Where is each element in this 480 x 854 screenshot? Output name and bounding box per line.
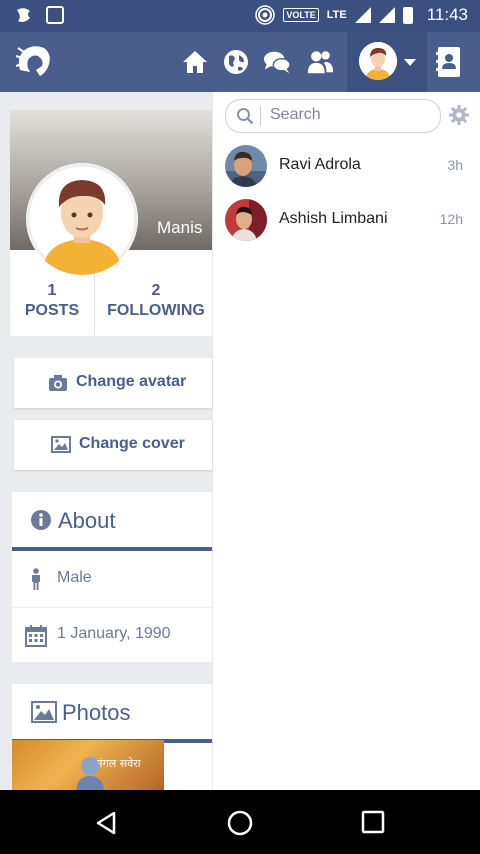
globe-icon[interactable] [222, 48, 250, 76]
about-section: About Male 1 January, 1990 [12, 492, 212, 662]
account-menu-button[interactable] [347, 32, 427, 92]
change-cover-button[interactable]: Change cover [14, 420, 212, 470]
app-header [0, 32, 480, 92]
about-header: About [12, 492, 212, 551]
back-icon[interactable] [94, 810, 120, 836]
image-icon [51, 436, 71, 453]
home-icon[interactable] [181, 48, 209, 76]
signal-icon-2 [378, 7, 395, 23]
person-icon [32, 568, 40, 590]
contact-time: 12h [439, 211, 463, 227]
about-gender: Male [57, 569, 92, 586]
clock: 11:43 [426, 5, 468, 24]
camera-icon [49, 375, 67, 391]
stat-following-count: 2 [151, 282, 161, 299]
photos-title: Photos [62, 700, 131, 725]
image-notification-icon [46, 6, 64, 24]
stat-posts-count: 1 [47, 282, 57, 299]
photos-header: Photos [12, 684, 212, 743]
about-birthday: 1 January, 1990 [57, 625, 171, 642]
stat-following-label: FOLLOWING [107, 302, 205, 319]
signal-icon [354, 7, 371, 23]
photos-icon [31, 701, 57, 723]
contact-time: 3h [447, 157, 463, 173]
change-avatar-label: Change avatar [76, 373, 187, 390]
stat-divider [94, 275, 95, 335]
profile-avatar[interactable] [26, 163, 138, 275]
photo-figure-icon [76, 757, 104, 790]
contact-item[interactable]: Ravi Adrola 3h [213, 142, 480, 192]
stat-posts[interactable]: 1 POSTS [24, 282, 80, 320]
about-gender-row: Male [12, 551, 212, 608]
change-avatar-button[interactable]: Change avatar [14, 358, 212, 408]
contact-name: Ravi Adrola [279, 156, 361, 173]
battery-icon [402, 6, 413, 24]
contacts-book-icon[interactable] [436, 46, 462, 78]
profile-name: Manis [157, 218, 203, 237]
chat-bubbles-icon[interactable] [263, 48, 291, 76]
info-icon [31, 510, 51, 530]
search-icon [237, 108, 254, 125]
friends-icon[interactable] [306, 48, 334, 76]
stat-posts-label: POSTS [24, 302, 80, 319]
status-bar: VOLTE LTE 11:43 [0, 0, 480, 32]
change-cover-label: Change cover [79, 435, 185, 452]
search-divider [260, 106, 261, 126]
system-navigation-bar [0, 790, 480, 854]
chat-panel: Ravi Adrola 3h Ashish Limbani 12h [213, 92, 480, 790]
about-title: About [58, 508, 116, 533]
contact-avatar [225, 145, 267, 187]
stat-following[interactable]: 2 FOLLOWING [106, 282, 206, 320]
home-circle-icon[interactable] [226, 809, 254, 837]
volte-badge: VOLTE [283, 8, 319, 22]
search-input[interactable] [268, 105, 432, 125]
network-type: LTE [326, 9, 347, 21]
gear-icon[interactable] [449, 105, 469, 125]
about-birthday-row: 1 January, 1990 [12, 607, 212, 663]
notification-app-icon [17, 8, 30, 22]
chevron-down-icon [404, 59, 416, 66]
lion-logo-icon[interactable] [14, 42, 54, 82]
recents-icon[interactable] [361, 810, 385, 834]
calendar-icon [25, 625, 47, 647]
hotspot-icon [255, 5, 276, 25]
photo-thumbnail[interactable]: मंगल सवेरा [12, 740, 164, 790]
user-avatar [359, 42, 397, 80]
contact-name: Ashish Limbani [279, 210, 388, 227]
contact-item[interactable]: Ashish Limbani 12h [213, 196, 480, 246]
contact-avatar [225, 199, 267, 241]
contact-search[interactable] [225, 99, 441, 133]
